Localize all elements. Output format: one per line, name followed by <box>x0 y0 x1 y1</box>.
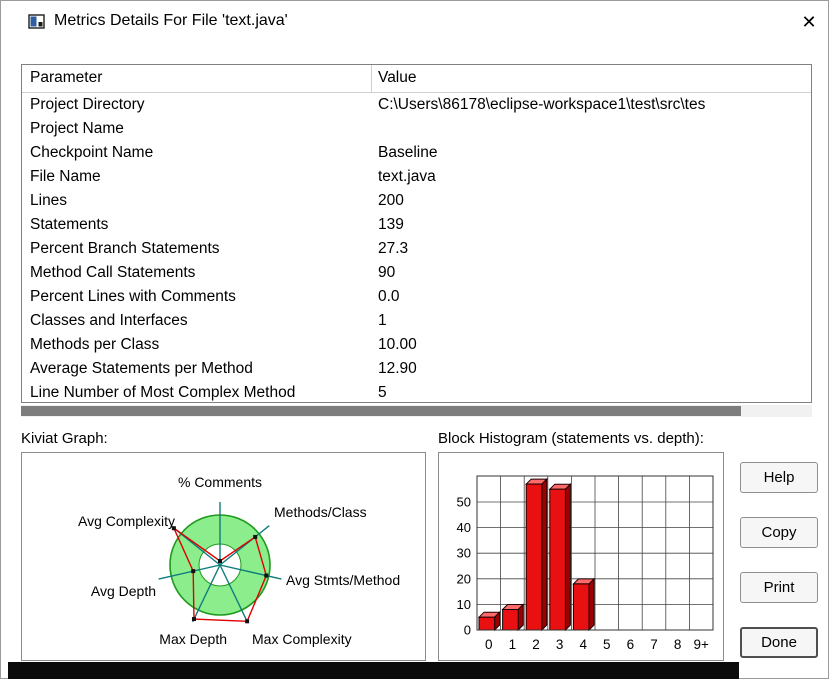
done-button[interactable]: Done <box>740 627 818 658</box>
table-row[interactable]: Checkpoint Name Baseline <box>22 141 811 165</box>
table-header: Parameter Value <box>22 65 811 93</box>
param-cell: Method Call Statements <box>30 264 196 281</box>
param-cell: Average Statements per Method <box>30 360 253 377</box>
table-row[interactable]: File Name text.java <box>22 165 811 189</box>
scrollbar-thumb[interactable] <box>21 406 741 416</box>
param-cell: Percent Branch Statements <box>30 240 220 257</box>
param-cell: Lines <box>30 192 68 209</box>
value-cell: C:\Users\86178\eclipse-workspace1\test\s… <box>378 96 706 113</box>
kiviat-axis-label: Max Complexity <box>252 631 352 647</box>
param-cell: Percent Lines with Comments <box>30 288 236 305</box>
value-cell: 0.0 <box>378 288 400 305</box>
value-cell: 200 <box>378 192 404 209</box>
block-histogram-box: 0 10 20 30 40 50 0 1 2 3 4 5 6 7 8 9+ <box>438 452 724 661</box>
table-row[interactable]: Methods per Class 10.00 <box>22 333 811 357</box>
histogram-x-tick: 8 <box>674 637 682 652</box>
help-button[interactable]: Help <box>740 462 818 493</box>
kiviat-axis-label: Methods/Class <box>274 504 367 520</box>
table-row[interactable]: Line Number of Most Complex Method 5 <box>22 381 811 402</box>
param-cell: Checkpoint Name <box>30 144 154 161</box>
histogram-y-tick: 20 <box>457 571 471 586</box>
window-title: Metrics Details For File 'text.java' <box>54 12 288 29</box>
value-cell <box>372 117 811 141</box>
param-cell: File Name <box>30 168 101 185</box>
param-cell: Project Directory <box>30 96 145 113</box>
histogram-y-tick: 30 <box>457 546 471 561</box>
histogram-x-tick: 4 <box>579 637 587 652</box>
value-cell: Baseline <box>378 144 438 161</box>
col-header-value[interactable]: Value <box>372 65 811 92</box>
value-cell: text.java <box>378 168 436 185</box>
value-cell: 10.00 <box>378 336 417 353</box>
table-row[interactable]: Percent Lines with Comments 0.0 <box>22 285 811 309</box>
histogram-x-tick: 9+ <box>693 637 709 652</box>
param-cell: Project Name <box>30 120 124 137</box>
table-row[interactable]: Project Name <box>22 117 811 141</box>
histogram-chart: 0 10 20 30 40 50 0 1 2 3 4 5 6 7 8 9+ <box>457 475 714 652</box>
print-button[interactable]: Print <box>740 572 818 603</box>
histogram-x-tick: 0 <box>485 637 493 652</box>
histogram-x-tick: 2 <box>532 637 540 652</box>
table-row[interactable]: Lines 200 <box>22 189 811 213</box>
histogram-y-tick: 10 <box>457 597 471 612</box>
table-row[interactable]: Method Call Statements 90 <box>22 261 811 285</box>
param-cell: Statements <box>30 216 109 233</box>
close-button[interactable]: ✕ <box>795 8 823 36</box>
kiviat-chart: % Comments Methods/Class Avg Stmts/Method M… <box>78 474 400 647</box>
value-cell: 5 <box>378 384 387 401</box>
histogram-y-tick: 0 <box>464 623 471 638</box>
kiviat-axis-label: % Comments <box>178 474 262 490</box>
table-body: Project Directory C:\Users\86178\eclipse-… <box>22 93 811 402</box>
kiviat-axis-label: Avg Depth <box>91 583 156 599</box>
table-row[interactable]: Percent Branch Statements 27.3 <box>22 237 811 261</box>
kiviat-graph-box: % Comments Methods/Class Avg Stmts/Method M… <box>21 452 426 661</box>
histogram-x-tick: 6 <box>627 637 635 652</box>
kiviat-section-label: Kiviat Graph: <box>21 430 108 447</box>
titlebar: Metrics Details For File 'text.java' ✕ <box>1 1 828 45</box>
kiviat-axis-label: Avg Stmts/Method <box>286 572 400 588</box>
value-cell: 90 <box>378 264 396 281</box>
col-header-parameter[interactable]: Parameter <box>22 65 372 92</box>
copy-button[interactable]: Copy <box>740 517 818 548</box>
value-cell: 27.3 <box>378 240 409 257</box>
table-row[interactable]: Project Directory C:\Users\86178\eclipse-… <box>22 93 811 117</box>
kiviat-axis-label: Max Depth <box>159 631 227 647</box>
histogram-x-tick: 7 <box>650 637 658 652</box>
app-icon <box>28 14 45 29</box>
value-cell: 139 <box>378 216 404 233</box>
background-window-strip <box>8 662 739 679</box>
param-cell: Methods per Class <box>30 336 160 353</box>
horizontal-scrollbar[interactable] <box>21 405 812 417</box>
histogram-section-label: Block Histogram (statements vs. depth): <box>438 430 704 447</box>
histogram-y-tick: 40 <box>457 520 471 535</box>
histogram-y-tick: 50 <box>457 495 471 510</box>
histogram-x-tick: 5 <box>603 637 611 652</box>
histogram-x-tick: 3 <box>556 637 564 652</box>
metrics-table: Parameter Value Project Directory C:\User… <box>21 64 812 403</box>
param-cell: Classes and Interfaces <box>30 312 188 329</box>
table-row[interactable]: Classes and Interfaces 1 <box>22 309 811 333</box>
kiviat-axis-label: Avg Complexity <box>78 513 175 529</box>
value-cell: 12.90 <box>378 360 417 377</box>
table-row[interactable]: Average Statements per Method 12.90 <box>22 357 811 381</box>
histogram-x-tick: 1 <box>509 637 517 652</box>
table-row[interactable]: Statements 139 <box>22 213 811 237</box>
param-cell: Line Number of Most Complex Method <box>30 384 296 401</box>
value-cell: 1 <box>378 312 387 329</box>
